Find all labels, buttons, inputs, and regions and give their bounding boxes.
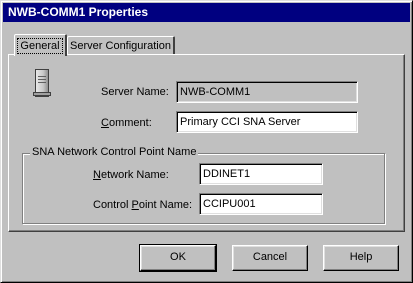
comment-label: Comment:: [101, 117, 152, 129]
control-point-name-label-text: oint Name:: [138, 199, 193, 211]
network-name-label: Network Name:: [93, 169, 169, 181]
tab-general-label: General: [17, 38, 63, 54]
comment-input[interactable]: Primary CCI SNA Server: [176, 111, 358, 133]
ok-button[interactable]: OK: [139, 244, 217, 272]
network-name-label-text: etwork Name:: [100, 169, 169, 181]
comment-label-text: omment:: [108, 117, 152, 129]
sna-control-point-group-title: SNA Network Control Point Name: [30, 146, 199, 158]
control-point-name-label: Control Point Name:: [93, 199, 192, 211]
server-icon: [33, 69, 51, 97]
title-bar[interactable]: NWB-COMM1 Properties: [3, 3, 410, 22]
comment-label-mnemonic: C: [101, 117, 109, 129]
control-point-name-input[interactable]: CCIPU001: [199, 193, 323, 215]
control-point-name-label-mnemonic: P: [131, 199, 139, 211]
tab-general[interactable]: General: [14, 34, 67, 56]
control-point-name-label-prefix: Control: [93, 199, 132, 211]
cancel-button[interactable]: Cancel: [232, 245, 308, 271]
window-title: NWB-COMM1 Properties: [8, 5, 149, 19]
server-name-field: NWB-COMM1: [176, 81, 358, 103]
server-name-label: Server Name:: [101, 86, 169, 98]
properties-dialog: NWB-COMM1 Properties General Server Conf…: [0, 0, 413, 283]
network-name-label-mnemonic: N: [93, 169, 101, 181]
help-button[interactable]: Help: [323, 245, 399, 271]
tab-server-configuration-label: Server Configuration: [70, 40, 171, 52]
network-name-input[interactable]: DDINET1: [199, 163, 323, 185]
tab-server-configuration[interactable]: Server Configuration: [67, 36, 175, 55]
